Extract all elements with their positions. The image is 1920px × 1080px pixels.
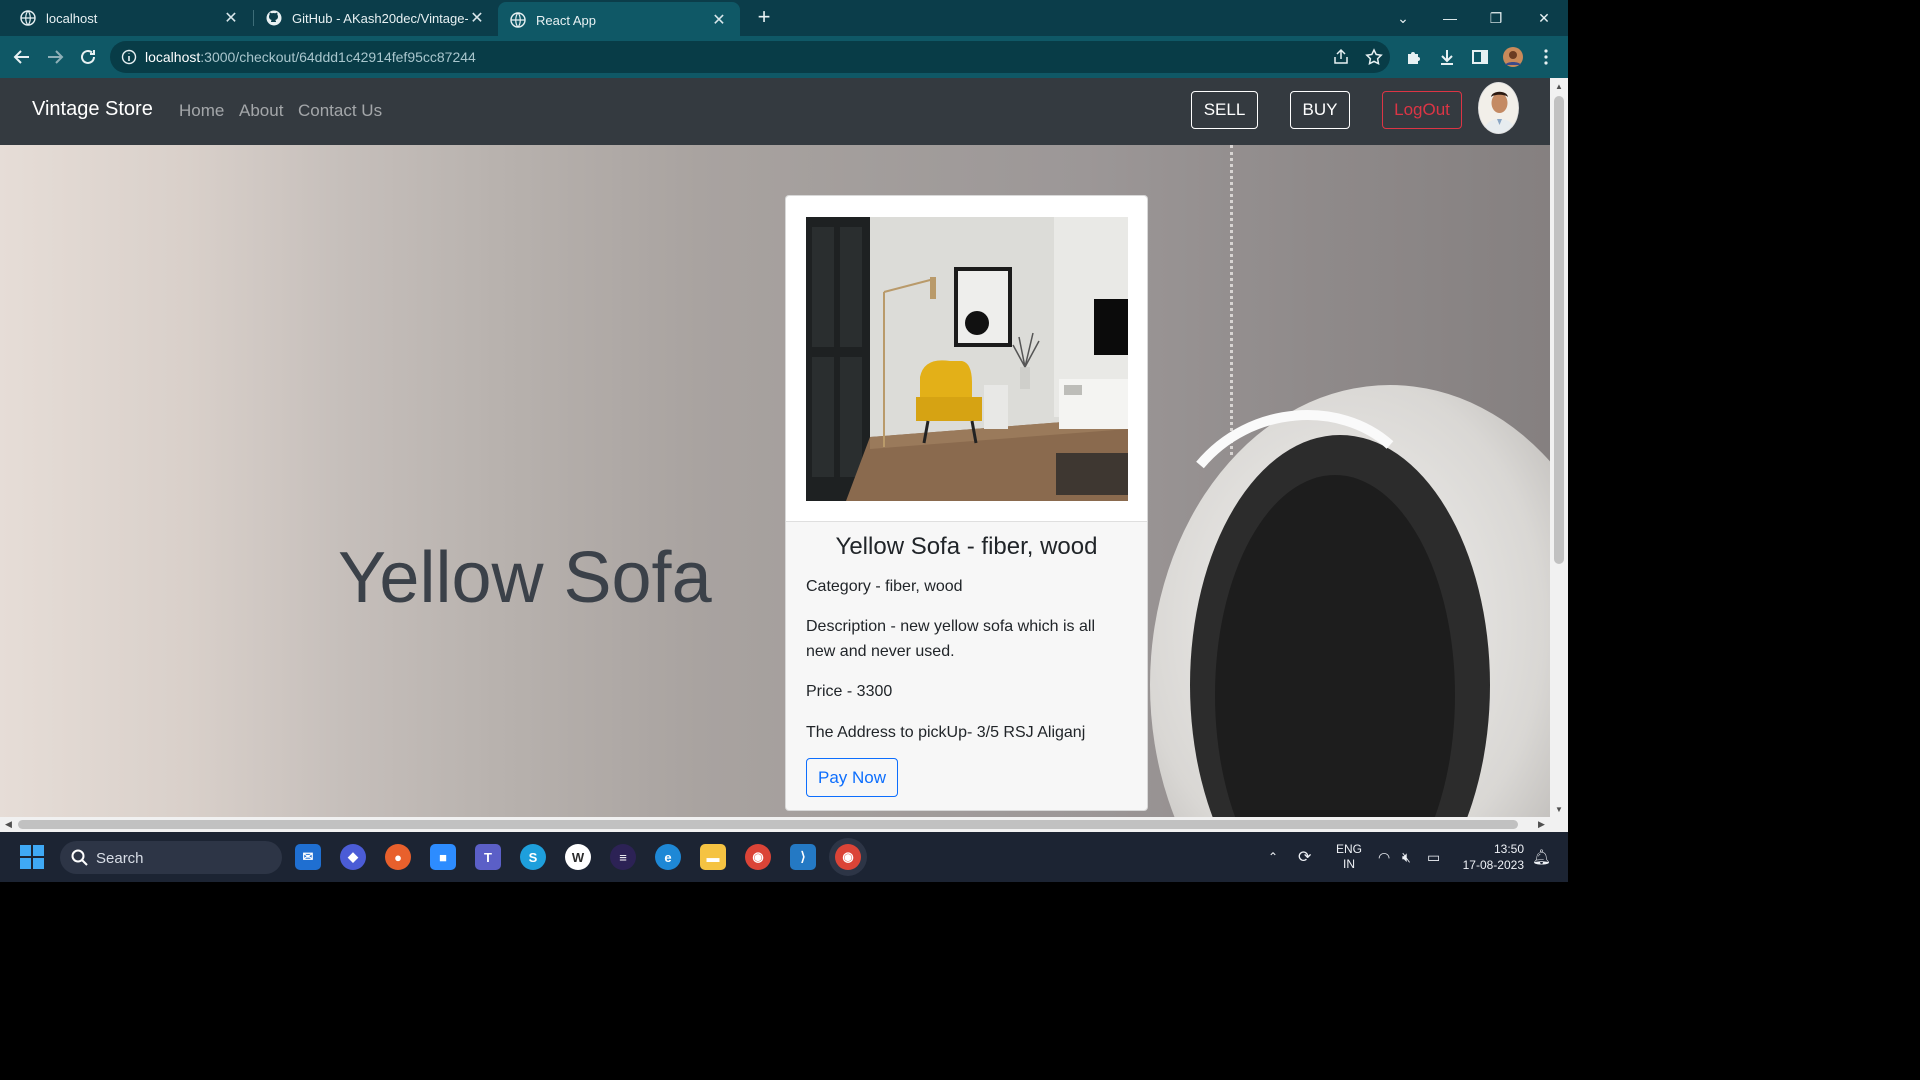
browser-tab-strip: localhost ✕ GitHub - AKash20dec/Vintage-… bbox=[0, 0, 1568, 38]
clock-time: 13:50 bbox=[1493, 842, 1524, 856]
reload-icon[interactable] bbox=[75, 44, 101, 70]
product-image bbox=[806, 217, 1128, 501]
globe-icon bbox=[20, 10, 36, 26]
word-icon[interactable]: W bbox=[565, 844, 591, 870]
tab-title: React App bbox=[536, 12, 596, 28]
battery-icon[interactable]: ▭ bbox=[1427, 832, 1440, 882]
nav-link-contact[interactable]: Contact Us bbox=[298, 101, 382, 121]
copilot-icon[interactable]: ◆ bbox=[340, 844, 366, 870]
hanging-chair-image bbox=[1150, 385, 1550, 817]
page-viewport: Vintage Store Home About Contact Us SELL… bbox=[0, 78, 1550, 817]
share-icon[interactable] bbox=[1328, 44, 1354, 70]
product-card: Yellow Sofa - fiber, wood Category - fib… bbox=[785, 195, 1148, 811]
scroll-thumb[interactable] bbox=[1554, 96, 1564, 564]
edge-icon[interactable]: e bbox=[655, 844, 681, 870]
language-code: ENG bbox=[1336, 842, 1363, 856]
nav-link-about[interactable]: About bbox=[239, 101, 283, 121]
notification-bell-icon[interactable]: 🔔︎ bbox=[1532, 832, 1551, 882]
zoom-icon[interactable]: ■ bbox=[430, 844, 456, 870]
forward-arrow-icon[interactable] bbox=[42, 44, 68, 70]
address-bar[interactable]: localhost:3000/checkout/64ddd1c42914fef9… bbox=[110, 41, 1390, 73]
new-tab-icon[interactable]: + bbox=[752, 6, 776, 30]
pay-now-button[interactable]: Pay Now bbox=[806, 758, 898, 797]
tab-title: localhost bbox=[46, 10, 98, 26]
close-icon[interactable]: ✕ bbox=[222, 8, 240, 28]
scroll-up-arrow-icon[interactable]: ▲ bbox=[1555, 82, 1563, 91]
side-panel-icon[interactable] bbox=[1467, 44, 1493, 70]
wifi-icon[interactable]: ◠ bbox=[1378, 832, 1390, 882]
hero-title: Yellow Sofa bbox=[338, 538, 712, 618]
product-description: Description - new yellow sofa which is a… bbox=[806, 618, 1095, 660]
mail-icon[interactable]: ✉ bbox=[295, 844, 321, 870]
close-icon[interactable]: ✕ bbox=[468, 8, 486, 28]
kebab-menu-icon[interactable] bbox=[1533, 44, 1559, 70]
vertical-scrollbar[interactable]: ▲ ▼ bbox=[1550, 78, 1568, 817]
browser-toolbar: localhost:3000/checkout/64ddd1c42914fef9… bbox=[0, 36, 1568, 78]
tab-search-chevron-icon[interactable]: ⌄ bbox=[1380, 0, 1426, 36]
profile-avatar-icon[interactable] bbox=[1500, 44, 1526, 70]
taskbar-search[interactable]: Search bbox=[60, 841, 282, 874]
tab-title: GitHub - AKash20dec/Vintage-St bbox=[292, 10, 468, 26]
tray-overflow-chevron-icon[interactable]: ⌃ bbox=[1268, 832, 1278, 882]
skype-icon[interactable]: S bbox=[520, 844, 546, 870]
nav-link-home[interactable]: Home bbox=[179, 101, 224, 121]
language-indicator[interactable]: ENG IN bbox=[1336, 832, 1362, 882]
windows-start-icon[interactable] bbox=[20, 845, 44, 869]
restore-icon[interactable]: ❐ bbox=[1473, 0, 1519, 36]
close-window-icon[interactable]: ✕ bbox=[1521, 0, 1567, 36]
back-arrow-icon[interactable] bbox=[9, 44, 35, 70]
chrome-icon[interactable]: ◉ bbox=[745, 844, 771, 870]
logout-button[interactable]: LogOut bbox=[1382, 91, 1462, 129]
tab-react-app[interactable]: React App ✕ bbox=[498, 2, 740, 38]
product-price: Price - 3300 bbox=[806, 683, 893, 700]
scroll-right-arrow-icon[interactable]: ▶ bbox=[1538, 819, 1545, 830]
info-icon[interactable] bbox=[121, 49, 137, 65]
github-icon bbox=[266, 10, 282, 26]
globe-icon bbox=[510, 12, 526, 28]
product-category: Category - fiber, wood bbox=[806, 578, 963, 595]
clock-date: 17-08-2023 bbox=[1462, 858, 1524, 872]
brand-link[interactable]: Vintage Store bbox=[32, 98, 153, 121]
file-explorer-icon[interactable]: ▬ bbox=[700, 844, 726, 870]
extensions-puzzle-icon[interactable] bbox=[1401, 44, 1427, 70]
close-icon[interactable]: ✕ bbox=[710, 10, 728, 30]
card-image-header bbox=[786, 196, 1147, 522]
firefox-icon[interactable]: ● bbox=[385, 844, 411, 870]
user-avatar[interactable] bbox=[1478, 82, 1519, 134]
scroll-left-arrow-icon[interactable]: ◀ bbox=[5, 819, 12, 830]
muted-speaker-icon[interactable]: 🔇︎ bbox=[1402, 832, 1411, 882]
search-icon bbox=[71, 849, 88, 866]
sync-icon[interactable]: ⟳ bbox=[1298, 832, 1311, 882]
minimize-icon[interactable]: — bbox=[1427, 0, 1473, 36]
hero-background: Yellow Sofa bbox=[0, 145, 1550, 817]
eclipse-icon[interactable]: ≡ bbox=[610, 844, 636, 870]
horizontal-scrollbar[interactable]: ◀ ▶ bbox=[0, 817, 1568, 832]
teams-icon[interactable]: T bbox=[475, 844, 501, 870]
vscode-icon[interactable]: ⟩ bbox=[790, 844, 816, 870]
clock[interactable]: 13:50 17-08-2023 bbox=[1460, 832, 1524, 882]
tab-localhost[interactable]: localhost ✕ bbox=[8, 0, 252, 36]
scroll-thumb[interactable] bbox=[18, 820, 1518, 829]
tab-github[interactable]: GitHub - AKash20dec/Vintage-St ✕ bbox=[254, 0, 498, 36]
bookmark-star-icon[interactable] bbox=[1361, 44, 1387, 70]
scroll-down-arrow-icon[interactable]: ▼ bbox=[1555, 805, 1563, 814]
pickup-address: The Address to pickUp- 3/5 RSJ Aliganj bbox=[806, 724, 1086, 741]
sell-button[interactable]: SELL bbox=[1191, 91, 1258, 129]
site-navbar: Vintage Store Home About Contact Us SELL… bbox=[0, 78, 1550, 145]
search-label: Search bbox=[96, 850, 144, 867]
region-code: IN bbox=[1343, 857, 1355, 871]
chrome-active-icon[interactable]: ◉ bbox=[835, 844, 861, 870]
download-icon[interactable] bbox=[1434, 44, 1460, 70]
card-title: Yellow Sofa - fiber, wood bbox=[835, 533, 1098, 560]
url-text: localhost:3000/checkout/64ddd1c42914fef9… bbox=[145, 49, 476, 65]
os-taskbar: Search ✉ ◆ ● ■ T S W ≡ e ▬ ◉ ⟩ ◉ ⌃ ⟳ ENG… bbox=[0, 832, 1568, 882]
buy-button[interactable]: BUY bbox=[1290, 91, 1350, 129]
